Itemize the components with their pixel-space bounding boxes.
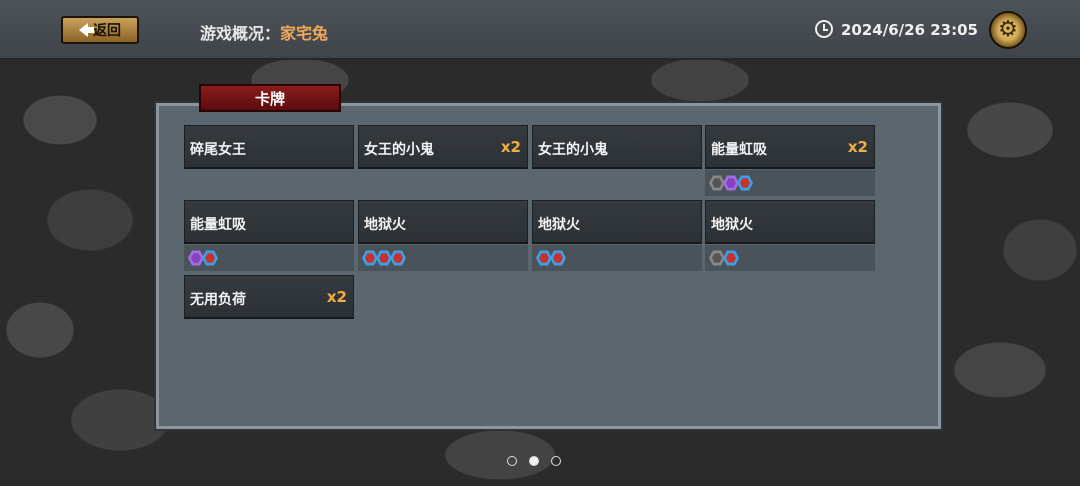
gem-icon	[202, 250, 218, 266]
back-arrow-icon	[79, 23, 94, 37]
card-item[interactable]: 碎尾女王	[184, 125, 354, 169]
card-item[interactable]: 地狱火	[358, 200, 528, 244]
gem-icon	[390, 250, 406, 266]
title-label: 游戏概况：	[200, 24, 281, 43]
page-dot-active[interactable]	[529, 456, 539, 466]
card-item[interactable]: 地狱火	[532, 200, 702, 244]
gem-icon	[550, 250, 566, 266]
card-item[interactable]: 能量虹吸	[184, 200, 354, 244]
gem-icon	[362, 250, 378, 266]
gem-icon	[709, 175, 725, 191]
card-name: 碎尾女王	[190, 142, 246, 158]
card-name: 女王的小鬼	[364, 142, 434, 158]
card-name: 无用负荷	[190, 292, 246, 308]
card-name: 能量虹吸	[711, 142, 767, 158]
gear-icon: ⚙	[998, 17, 1018, 42]
card-name: 女王的小鬼	[538, 142, 608, 158]
card-item[interactable]: 无用负荷 x2	[184, 275, 354, 319]
card-gem-row	[705, 170, 875, 196]
card-count: x2	[847, 138, 868, 156]
gem-icon	[723, 250, 739, 266]
card-name: 地狱火	[364, 217, 406, 233]
gem-icon	[376, 250, 392, 266]
page-dot[interactable]	[551, 456, 561, 466]
card-name: 能量虹吸	[190, 217, 246, 233]
card-gem-row	[532, 245, 702, 271]
card-item[interactable]: 女王的小鬼 x2	[358, 125, 528, 169]
card-count: x2	[326, 288, 347, 306]
card-item[interactable]: 地狱火	[705, 200, 875, 244]
page-title: 游戏概况：家宅兔	[200, 20, 328, 44]
card-gem-row	[705, 245, 875, 271]
back-label: 返回	[93, 23, 121, 39]
gem-icon	[188, 250, 204, 266]
card-name: 地狱火	[711, 217, 753, 233]
gem-icon	[709, 250, 725, 266]
card-item[interactable]: 女王的小鬼	[532, 125, 702, 169]
page-dot[interactable]	[507, 456, 517, 466]
datetime-text: 2024/6/26 23:05	[841, 21, 978, 39]
card-gem-row	[358, 245, 528, 271]
card-count: x2	[500, 138, 521, 156]
card-gem-row	[184, 245, 354, 271]
clock-icon	[815, 20, 833, 38]
tab-cards[interactable]: 卡牌	[199, 84, 341, 112]
top-bar: 返回 游戏概况：家宅兔 2024/6/26 23:05 ⚙	[0, 0, 1080, 60]
gem-icon	[723, 175, 739, 191]
game-name: 家宅兔	[280, 24, 329, 43]
settings-button[interactable]: ⚙	[989, 11, 1027, 49]
gem-icon	[737, 175, 753, 191]
gem-icon	[536, 250, 552, 266]
card-name: 地狱火	[538, 217, 580, 233]
card-item[interactable]: 能量虹吸 x2	[705, 125, 875, 169]
back-button[interactable]: 返回	[61, 16, 139, 44]
pagination-dots	[507, 456, 561, 466]
